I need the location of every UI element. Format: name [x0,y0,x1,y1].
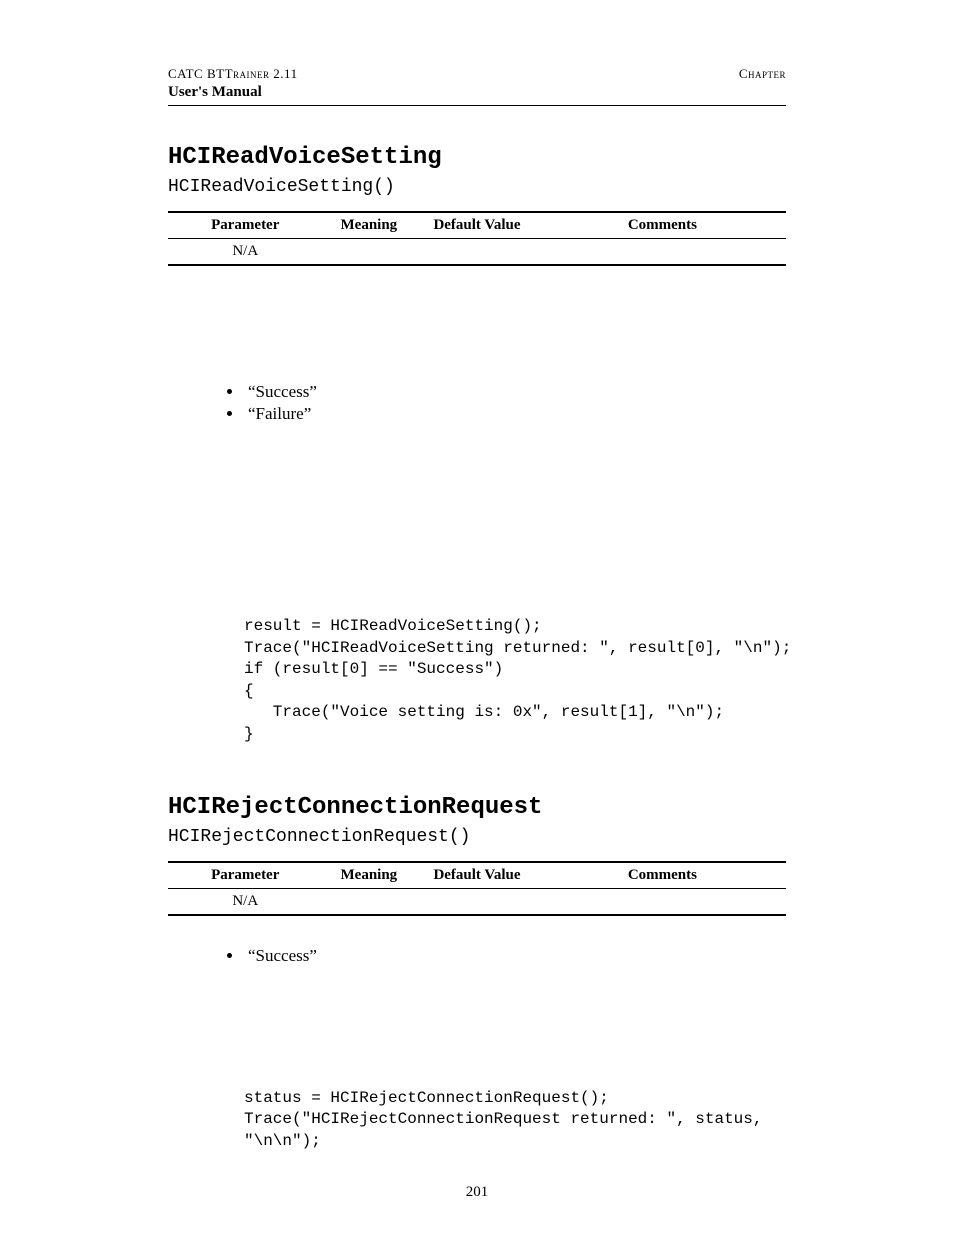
th-comments: Comments [539,212,786,239]
return-list-1: “Success” “Failure” [224,382,786,424]
header-left-prefix: CATC BT [168,66,225,81]
table-header-row: Parameter Meaning Default Value Comments [168,862,786,889]
param-table-2: Parameter Meaning Default Value Comments… [168,861,786,916]
list-item: “Success” [244,946,786,966]
th-default: Default Value [415,862,539,889]
section-title-1: HCIReadVoiceSetting [168,144,786,171]
th-meaning: Meaning [323,212,416,239]
th-meaning: Meaning [323,862,416,889]
td-parameter: N/A [168,239,323,266]
td-comments [539,239,786,266]
td-parameter: N/A [168,888,323,915]
table-row: N/A [168,888,786,915]
list-item: “Failure” [244,404,786,424]
td-default [415,239,539,266]
td-comments [539,888,786,915]
header-subtitle: User's Manual [168,84,786,101]
header-left: CATC BTTrainer 2.11 [168,66,298,82]
spacer [168,426,786,616]
spacer [168,968,786,1088]
spacer [168,916,786,940]
section-signature-1: HCIReadVoiceSetting() [168,177,786,197]
list-item: “Success” [244,382,786,402]
td-default [415,888,539,915]
th-default: Default Value [415,212,539,239]
page: CATC BTTrainer 2.11 Chapter User's Manua… [0,0,954,1235]
th-comments: Comments [539,862,786,889]
header-left-version: 2.11 [270,66,298,81]
param-table-1: Parameter Meaning Default Value Comments… [168,211,786,266]
running-header: CATC BTTrainer 2.11 Chapter [168,66,786,82]
td-meaning [323,239,416,266]
header-left-smallcaps: Trainer [225,66,270,81]
table-row: N/A [168,239,786,266]
code-block-2: status = HCIRejectConnectionRequest(); T… [244,1088,786,1153]
section-signature-2: HCIRejectConnectionRequest() [168,827,786,847]
header-rule [168,105,786,106]
return-list-2: “Success” [224,946,786,966]
th-parameter: Parameter [168,212,323,239]
header-right: Chapter [739,66,786,82]
spacer [168,266,786,376]
page-number: 201 [0,1184,954,1201]
td-meaning [323,888,416,915]
table-header-row: Parameter Meaning Default Value Comments [168,212,786,239]
th-parameter: Parameter [168,862,323,889]
code-block-1: result = HCIReadVoiceSetting(); Trace("H… [244,616,786,746]
section-title-2: HCIRejectConnectionRequest [168,794,786,821]
